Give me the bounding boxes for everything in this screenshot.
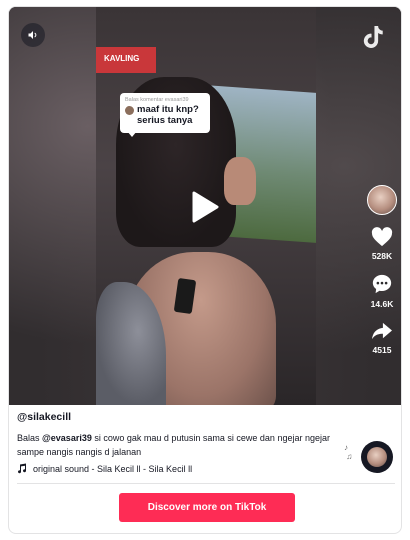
post-description: Balas @evasari39 si cowo gak mau d putus… xyxy=(17,431,342,459)
creator-avatar[interactable] xyxy=(367,185,397,215)
comment-count: 14.6K xyxy=(370,299,394,309)
share-icon[interactable] xyxy=(371,321,393,341)
comment-icon[interactable] xyxy=(371,273,393,295)
tiktok-logo-icon[interactable] xyxy=(363,25,385,49)
commenter-avatar xyxy=(125,106,134,115)
share-action[interactable]: 4515 xyxy=(371,321,393,355)
speaker-icon xyxy=(28,31,37,39)
music-notes-icon: ♪ ♫ xyxy=(344,443,353,461)
divider xyxy=(17,483,395,484)
like-action[interactable]: 528K xyxy=(371,227,393,261)
play-icon[interactable] xyxy=(191,191,219,223)
reply-comment-text: maaf itu knp? serius tanya xyxy=(137,104,199,126)
creator-username[interactable]: @silakecill xyxy=(17,411,395,423)
mention-link[interactable]: @evasari39 xyxy=(42,433,92,443)
desc-prefix: Balas xyxy=(17,433,43,443)
music-disc-icon[interactable] xyxy=(361,441,393,473)
action-rail: 528K 14.6K 4515 xyxy=(365,185,399,355)
background-sign-text: KAVLING xyxy=(104,54,140,63)
post-info: @silakecill Balas @evasari39 si cowo gak… xyxy=(17,411,395,474)
sound-toggle-button[interactable] xyxy=(21,23,45,47)
music-disc-cover xyxy=(367,447,387,467)
sticker-tail xyxy=(127,131,137,137)
reply-comment-sticker: Balas komentar evasari39 maaf itu knp? s… xyxy=(120,93,210,133)
video-player[interactable]: KAVLING Balas komentar evasari39 maaf it… xyxy=(9,7,401,405)
comment-action[interactable]: 14.6K xyxy=(370,273,394,309)
music-title[interactable]: original sound - Sila Kecil ll - Sila Ke… xyxy=(33,464,192,474)
share-count: 4515 xyxy=(372,345,392,355)
music-row[interactable]: original sound - Sila Kecil ll - Sila Ke… xyxy=(17,463,395,474)
hand-on-window xyxy=(224,157,256,205)
tiktok-embed-card: KAVLING Balas komentar evasari39 maaf it… xyxy=(8,6,402,534)
discover-more-button[interactable]: Discover more on TikTok xyxy=(119,493,295,522)
music-note-icon xyxy=(18,463,27,474)
heart-icon[interactable] xyxy=(371,227,393,247)
like-count: 528K xyxy=(371,251,393,261)
reply-to-label: Balas komentar evasari39 xyxy=(125,97,189,103)
